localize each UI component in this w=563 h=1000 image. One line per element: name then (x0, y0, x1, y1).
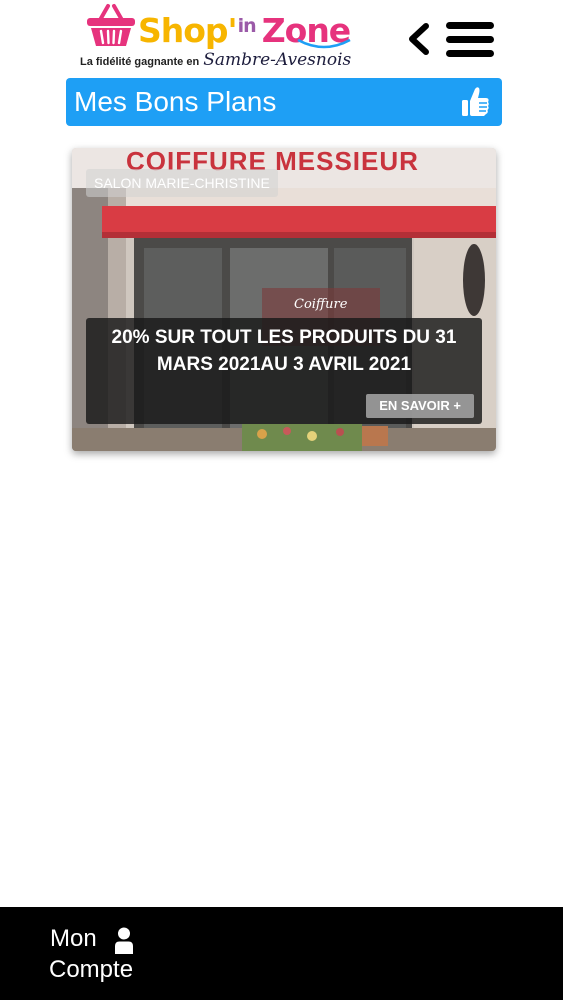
hamburger-menu-icon (446, 22, 494, 29)
logo-word-in: in (237, 15, 257, 37)
learn-more-button[interactable]: EN SAVOIR + (366, 394, 474, 418)
chevron-left-icon (409, 23, 429, 55)
thumbs-up-icon (462, 87, 489, 116)
logo-tagline-script: Sambre-Avesnois (203, 50, 352, 70)
my-account-button[interactable]: Mon Compte (46, 923, 146, 985)
hamburger-bar-middle (446, 36, 494, 43)
merchant-badge: SALON MARIE-CHRISTINE (86, 169, 278, 197)
deal-card[interactable]: COIFFURE MESSIEUR Coiffure SALON MARIE-C… (72, 148, 496, 451)
hamburger-bar-bottom (446, 50, 494, 57)
svg-text:Coiffure: Coiffure (294, 297, 348, 312)
logo-tagline: La fidélité gagnante en Sambre-Avesnois (80, 50, 351, 70)
title-bar: Mes Bons Plans (66, 78, 502, 126)
offer-box: 20% SUR TOUT LES PRODUITS DU 31 MARS 202… (86, 318, 482, 424)
logo-word-shop: Shop' (138, 11, 238, 50)
offer-text: 20% SUR TOUT LES PRODUITS DU 31 MARS 202… (111, 327, 457, 375)
account-label-line2: Compte (49, 956, 134, 983)
basket-icon (87, 4, 135, 46)
page-title: Mes Bons Plans (74, 86, 277, 117)
bottom-bar: Mon Compte (0, 907, 563, 1000)
menu-button[interactable] (444, 18, 496, 60)
logo-tagline-text: La fidélité gagnante en (80, 56, 200, 68)
page: Shop'in Zone La fidélité gagnante en Sambr… (0, 0, 563, 1000)
header: Shop'in Zone La fidélité gagnante en Sambr… (0, 0, 563, 76)
account-label-line1: Mon (50, 925, 97, 952)
back-button[interactable] (404, 22, 434, 56)
user-icon (115, 927, 133, 954)
shop-in-zone-logo[interactable]: Shop'in Zone La fidélité gagnante en Sambr… (80, 2, 365, 74)
